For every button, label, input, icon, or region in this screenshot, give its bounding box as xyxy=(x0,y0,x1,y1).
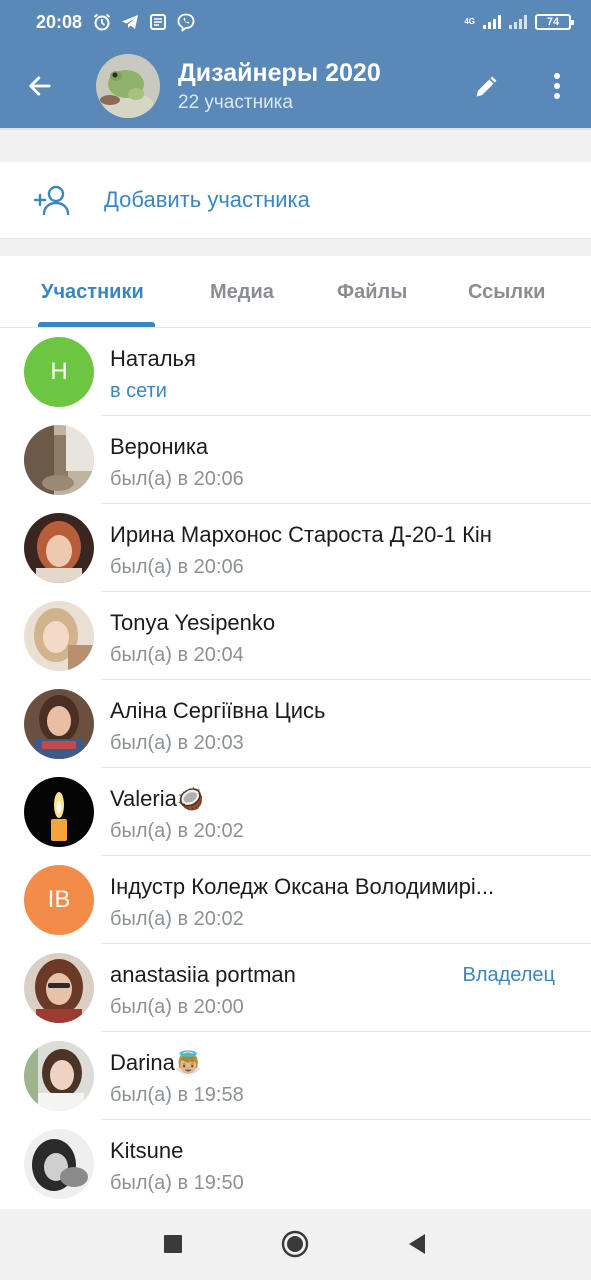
member-name: Kitsune xyxy=(110,1138,184,1163)
notification-icons xyxy=(92,12,196,32)
add-user-icon xyxy=(0,184,104,216)
network-type: 4G xyxy=(464,17,475,26)
avatar xyxy=(24,689,94,759)
tab-links[interactable]: Ссылки xyxy=(468,256,545,328)
tab-members[interactable]: Участники xyxy=(41,256,144,328)
add-member-button[interactable]: Добавить участника xyxy=(0,162,591,238)
avatar xyxy=(24,513,94,583)
group-avatar[interactable] xyxy=(96,54,160,118)
member-status: был(а) в 20:02 xyxy=(110,820,244,842)
member-status: был(а) в 20:03 xyxy=(110,732,244,754)
news-icon xyxy=(150,14,167,30)
recents-button[interactable] xyxy=(158,1229,188,1259)
status-bar: 20:08 4G 74 xyxy=(0,0,591,44)
member-name: Valeria🥥 xyxy=(110,786,205,811)
member-row[interactable]: anastasiia portman был(а) в 20:00 Владел… xyxy=(0,944,591,1032)
avatar-initials: Н xyxy=(50,358,68,385)
member-name: Darina👼🏼 xyxy=(110,1050,203,1075)
more-vertical-icon xyxy=(554,73,560,99)
back-nav-button[interactable] xyxy=(402,1229,432,1259)
viber-icon xyxy=(177,13,195,32)
tab-files[interactable]: Файлы xyxy=(337,256,407,328)
member-name: Індустр Коледж Оксана Володимирі... xyxy=(110,874,495,899)
avatar xyxy=(24,1129,94,1199)
member-name: Tonya Yesipenko xyxy=(110,610,276,635)
alarm-icon xyxy=(93,13,111,31)
title-block[interactable]: Дизайнеры 2020 22 участника xyxy=(178,59,381,114)
member-row[interactable]: Tonya Yesipenko был(а) в 20:04 xyxy=(0,592,591,680)
member-row[interactable]: Вероника был(а) в 20:06 xyxy=(0,416,591,504)
avatar: IB xyxy=(24,865,94,935)
avatar xyxy=(24,601,94,671)
member-list: Н Наталья в сети Вероника был(а) в 20:06… xyxy=(0,328,591,1208)
signal-strength-icon xyxy=(483,15,501,29)
member-status: в сети xyxy=(110,380,167,402)
member-name: Вероника xyxy=(110,434,209,459)
telegram-icon xyxy=(122,15,139,29)
section-divider xyxy=(0,128,591,162)
avatar xyxy=(24,425,94,495)
member-row[interactable]: Darina👼🏼 был(а) в 19:58 xyxy=(0,1032,591,1120)
member-row[interactable]: Н Наталья в сети xyxy=(0,328,591,416)
member-row[interactable]: Аліна Сергіївна Цись был(а) в 20:03 xyxy=(0,680,591,768)
member-status: был(а) в 20:06 xyxy=(110,556,244,578)
member-row[interactable]: Kitsune был(а) в 19:50 xyxy=(0,1120,591,1208)
more-options-button[interactable] xyxy=(541,70,573,102)
section-divider xyxy=(0,238,591,256)
avatar-initials: IB xyxy=(47,886,71,913)
avatar xyxy=(24,953,94,1023)
tab-media[interactable]: Медиа xyxy=(210,256,274,328)
signal-strength-2-icon xyxy=(509,15,527,29)
avatar xyxy=(24,1041,94,1111)
member-count: 22 участника xyxy=(178,91,293,113)
system-navigation-bar xyxy=(0,1209,591,1280)
member-status: был(а) в 20:00 xyxy=(110,996,244,1018)
member-name: Наталья xyxy=(110,346,196,371)
member-row[interactable]: Valeria🥥 был(а) в 20:02 xyxy=(0,768,591,856)
edit-button[interactable] xyxy=(471,70,503,102)
system-status: 4G 74 xyxy=(464,14,574,30)
avatar: Н xyxy=(24,337,94,407)
avatar xyxy=(24,777,94,847)
member-status: был(а) в 20:04 xyxy=(110,644,244,666)
status-time: 20:08 xyxy=(36,11,83,32)
pencil-icon xyxy=(476,76,497,97)
chat-header: Дизайнеры 2020 22 участника xyxy=(0,44,591,128)
square-icon xyxy=(164,1235,182,1253)
triangle-back-icon xyxy=(409,1234,425,1254)
member-row[interactable]: Ирина Мархонос Староста Д-20-1 Кін был(а… xyxy=(0,504,591,592)
member-status: был(а) в 20:02 xyxy=(110,908,244,930)
active-tab-indicator xyxy=(38,322,155,327)
add-member-label: Добавить участника xyxy=(104,187,310,212)
back-button[interactable] xyxy=(0,44,80,128)
member-name: Аліна Сергіївна Цись xyxy=(110,698,326,723)
circle-icon xyxy=(281,1230,309,1258)
member-row[interactable]: IB Індустр Коледж Оксана Володимирі... б… xyxy=(0,856,591,944)
group-title: Дизайнеры 2020 xyxy=(178,58,381,87)
member-status: был(а) в 19:50 xyxy=(110,1172,244,1194)
battery-icon: 74 xyxy=(535,14,574,30)
member-name: Ирина Мархонос Староста Д-20-1 Кін xyxy=(110,522,492,547)
member-status: был(а) в 20:06 xyxy=(110,468,244,490)
member-status: был(а) в 19:58 xyxy=(110,1084,244,1106)
battery-level: 74 xyxy=(546,16,560,28)
home-button[interactable] xyxy=(280,1229,310,1259)
owner-badge: Владелец xyxy=(462,964,555,986)
member-name: anastasiia portman xyxy=(110,962,296,987)
arrow-left-icon xyxy=(29,76,51,96)
shared-media-tabs: Участники Медиа Файлы Ссылки xyxy=(0,256,591,328)
